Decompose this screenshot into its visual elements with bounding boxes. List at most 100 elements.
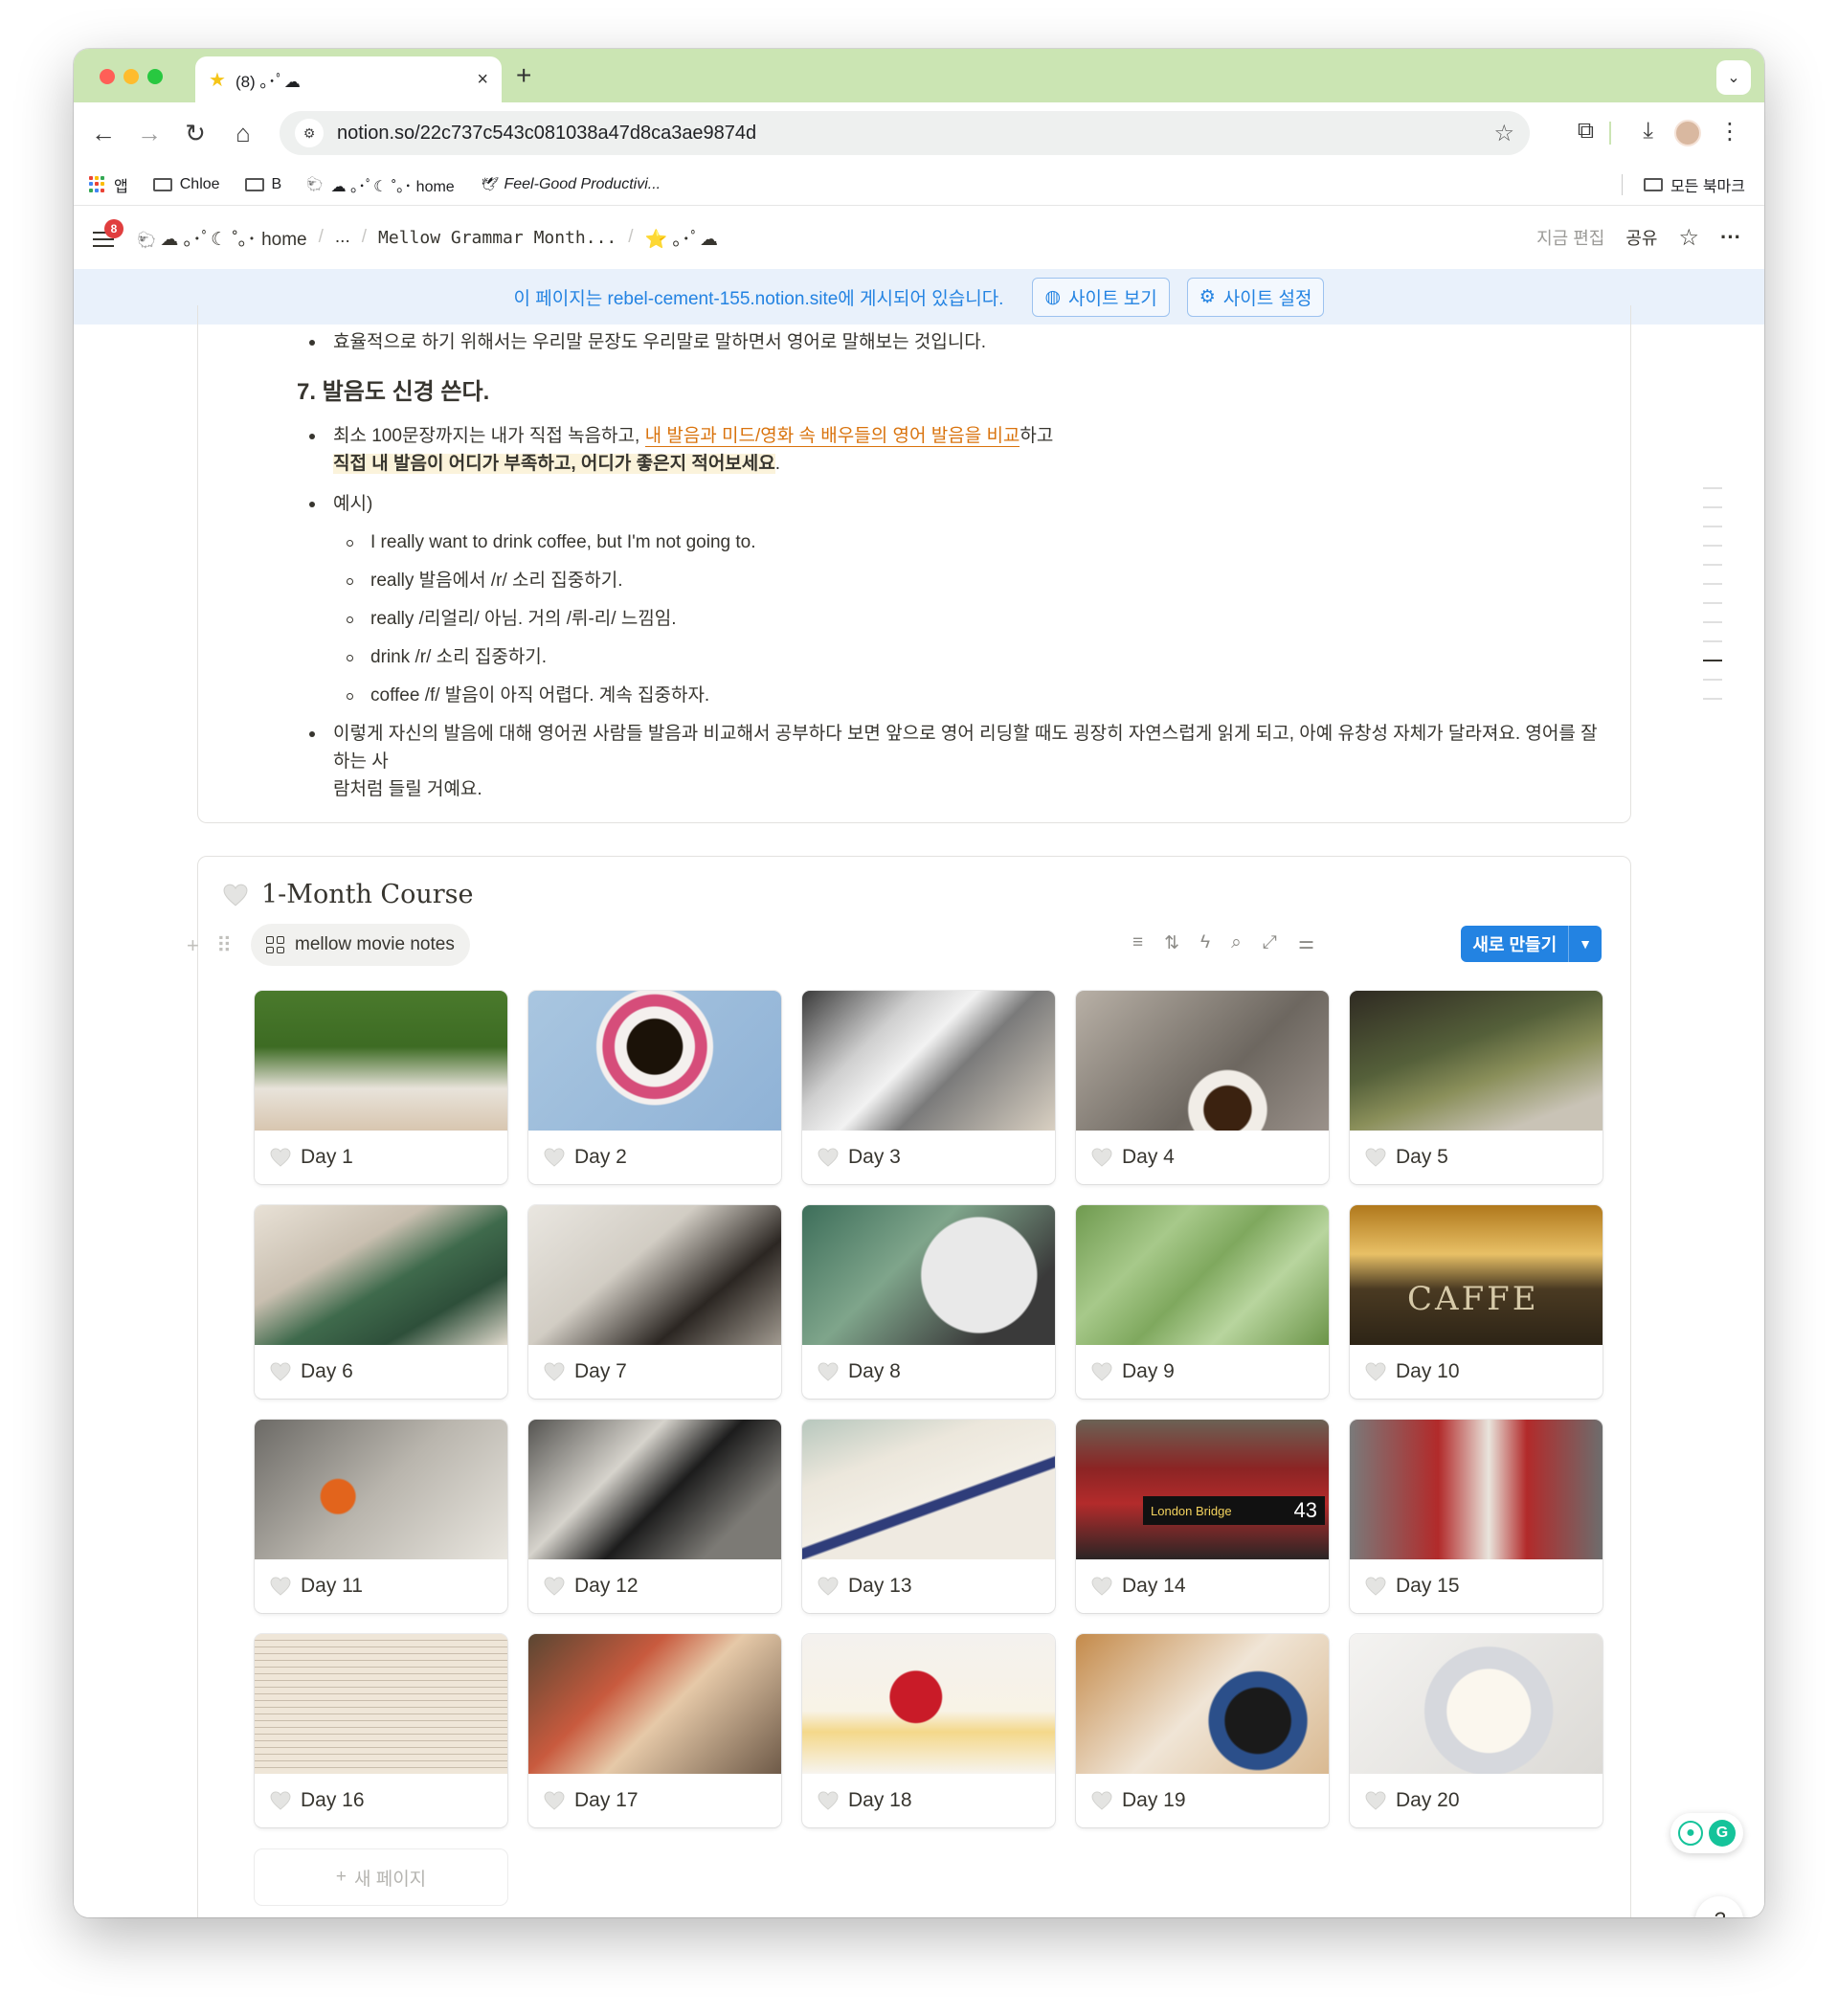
address-bar[interactable]: ⚙ notion.so/22c737c543c081038a47d8ca3ae9… <box>280 111 1530 155</box>
download-icon[interactable]: ⤓ <box>1643 118 1653 145</box>
card-title: Day 15 <box>1396 1575 1460 1597</box>
card-footer: Day 15 <box>1350 1559 1603 1613</box>
page-emoji-icon: 🕊 <box>479 176 497 191</box>
new-button[interactable]: 새로 만들기 ▼ <box>1461 926 1602 962</box>
new-page-button[interactable]: + 새 페이지 <box>255 1849 507 1905</box>
card-footer: Day 7 <box>528 1345 781 1399</box>
home-icon[interactable]: ⌂ <box>227 118 259 148</box>
bullet-text: 이렇게 자신의 발음에 대해 영어권 사람들 발음과 비교해서 공부하다 보면 … <box>333 724 1598 772</box>
gallery-card[interactable]: Day 2 <box>528 991 781 1184</box>
card-footer: Day 9 <box>1076 1345 1329 1399</box>
browser-toolbar: ← → ↻ ⌂ ⚙ notion.so/22c737c543c081038a47… <box>74 102 1764 164</box>
favorite-star-icon[interactable]: ☆ <box>1679 224 1700 252</box>
view-tab-gallery[interactable]: mellow movie notes <box>251 924 470 966</box>
bookmark-home[interactable]: 🐑 ☁ ｡･ﾟ☾ ˚｡･ home <box>306 173 454 196</box>
filter-icon[interactable]: ≡ <box>1132 932 1143 954</box>
all-bookmarks[interactable]: 모든 북마크 <box>1621 164 1745 206</box>
card-cover-image <box>1350 1420 1603 1559</box>
notion-topbar: 8 🐑 ☁ ｡･ﾟ☾ ˚｡･ home / ... / Mellow Gramm… <box>74 206 1764 269</box>
card-title: Day 2 <box>574 1146 627 1168</box>
expand-icon[interactable]: ⤢ <box>1263 932 1277 954</box>
share-button[interactable]: 공유 <box>1625 225 1657 250</box>
automation-icon[interactable]: ϟ <box>1200 932 1210 954</box>
grammarly-icon: G <box>1709 1820 1736 1847</box>
breadcrumb-ellipsis[interactable]: ... <box>335 227 350 248</box>
bookmark-feel-good[interactable]: 🕊 Feel-Good Productivi... <box>480 176 661 193</box>
heart-icon <box>818 1791 839 1810</box>
bookmark-folder-chloe[interactable]: Chloe <box>152 176 220 193</box>
card-cover-image <box>1076 991 1329 1131</box>
gallery-card[interactable]: Day 11 <box>255 1420 507 1613</box>
gallery-card[interactable]: Day 1 <box>255 991 507 1184</box>
forward-icon[interactable]: → <box>133 118 166 148</box>
close-tab-icon[interactable]: × <box>477 69 488 91</box>
search-icon[interactable]: ⌕ <box>1231 932 1242 954</box>
new-page-label: 새 페이지 <box>353 1869 427 1890</box>
bookmark-star-icon[interactable]: ☆ <box>1493 120 1514 147</box>
gallery-card[interactable]: Day 16 <box>255 1634 507 1827</box>
extensions-icon[interactable]: ⧉ <box>1578 118 1594 145</box>
gallery-card[interactable]: Day 17 <box>528 1634 781 1827</box>
tab-search-button[interactable]: ⌄ <box>1716 60 1751 95</box>
bookmark-folder-b[interactable]: B <box>244 176 281 193</box>
card-title: Day 20 <box>1396 1789 1460 1811</box>
chevron-down-icon[interactable]: ▼ <box>1569 936 1602 952</box>
maximize-window-button[interactable] <box>147 69 163 84</box>
settings-sliders-icon[interactable]: ⚌ <box>1298 932 1314 954</box>
apps-grid-icon <box>89 175 106 193</box>
gallery-card[interactable]: Day 13 <box>802 1420 1055 1613</box>
browser-menu-icon[interactable]: ⋮ <box>1718 118 1741 146</box>
toolbar-divider <box>1609 122 1611 145</box>
bookmark-label: Feel-Good Productivi... <box>504 175 661 192</box>
card-footer: Day 1 <box>255 1131 507 1184</box>
back-icon[interactable]: ← <box>87 118 120 148</box>
drag-handle-icon[interactable]: + ⠿ <box>187 933 237 958</box>
minimize-window-button[interactable] <box>123 69 139 84</box>
bookmark-apps[interactable]: 앱 <box>89 173 128 196</box>
gallery-card[interactable]: Day 15 <box>1350 1420 1603 1613</box>
reload-icon[interactable]: ↻ <box>179 118 212 148</box>
url-text[interactable]: notion.so/22c737c543c081038a47d8ca3ae987… <box>337 123 1493 145</box>
heart-icon <box>270 1148 291 1167</box>
site-info-icon[interactable]: ⚙ <box>295 119 324 147</box>
star-icon: ★ <box>209 69 226 91</box>
gallery-card[interactable]: Day 19 <box>1076 1634 1329 1827</box>
bookmark-apps-label: 앱 <box>114 178 128 195</box>
gallery-card[interactable]: Day 6 <box>255 1205 507 1399</box>
bullet-item: 최소 100문장까지는 내가 직접 녹음하고, 내 발음과 미드/영화 속 배우… <box>308 422 1053 478</box>
gallery-card[interactable]: Day 3 <box>802 991 1055 1184</box>
table-of-contents-minimap[interactable] <box>1703 487 1724 717</box>
breadcrumb-separator: / <box>318 227 324 247</box>
gallery-card[interactable]: London Bridge 43 Day 14 <box>1076 1420 1329 1613</box>
card-footer: Day 6 <box>255 1345 507 1399</box>
gallery-card[interactable]: Day 4 <box>1076 991 1329 1184</box>
grammarly-widget[interactable]: ● G <box>1670 1813 1743 1853</box>
gallery-card[interactable]: Day 12 <box>528 1420 781 1613</box>
more-options-button[interactable]: ··· <box>1720 225 1741 250</box>
browser-tab[interactable]: ★ (8) ｡･ﾟ☁ × <box>195 56 502 102</box>
bullet-text: . <box>774 454 781 474</box>
gallery-card[interactable]: Day 7 <box>528 1205 781 1399</box>
database-title-text[interactable]: 1-Month Course <box>261 880 473 909</box>
gallery-card[interactable]: Day 20 <box>1350 1634 1603 1827</box>
card-cover-image <box>802 1634 1055 1774</box>
card-cover-image <box>255 1420 507 1559</box>
card-footer: Day 11 <box>255 1559 507 1613</box>
help-button[interactable]: ? <box>1695 1896 1743 1917</box>
breadcrumb-home[interactable]: 🐑 ☁ ｡･ﾟ☾ ˚｡･ home <box>137 225 307 251</box>
breadcrumb-current[interactable]: ⭐ ｡･ﾟ☁ <box>645 225 718 251</box>
profile-avatar[interactable] <box>1674 120 1701 146</box>
card-footer: Day 10 <box>1350 1345 1603 1399</box>
gallery-card[interactable]: Day 18 <box>802 1634 1055 1827</box>
sidebar-toggle-button[interactable]: 8 <box>93 219 123 250</box>
close-window-button[interactable] <box>100 69 115 84</box>
new-tab-button[interactable]: + <box>516 60 531 91</box>
sort-icon[interactable]: ⇅ <box>1164 932 1179 954</box>
breadcrumb-page[interactable]: Mellow Grammar Month... <box>378 228 616 248</box>
gallery-card[interactable]: Day 9 <box>1076 1205 1329 1399</box>
card-cover-image <box>802 991 1055 1131</box>
folder-icon <box>152 177 172 191</box>
gallery-card[interactable]: Day 5 <box>1350 991 1603 1184</box>
gallery-card[interactable]: CAFFE Day 10 <box>1350 1205 1603 1399</box>
gallery-card[interactable]: Day 8 <box>802 1205 1055 1399</box>
